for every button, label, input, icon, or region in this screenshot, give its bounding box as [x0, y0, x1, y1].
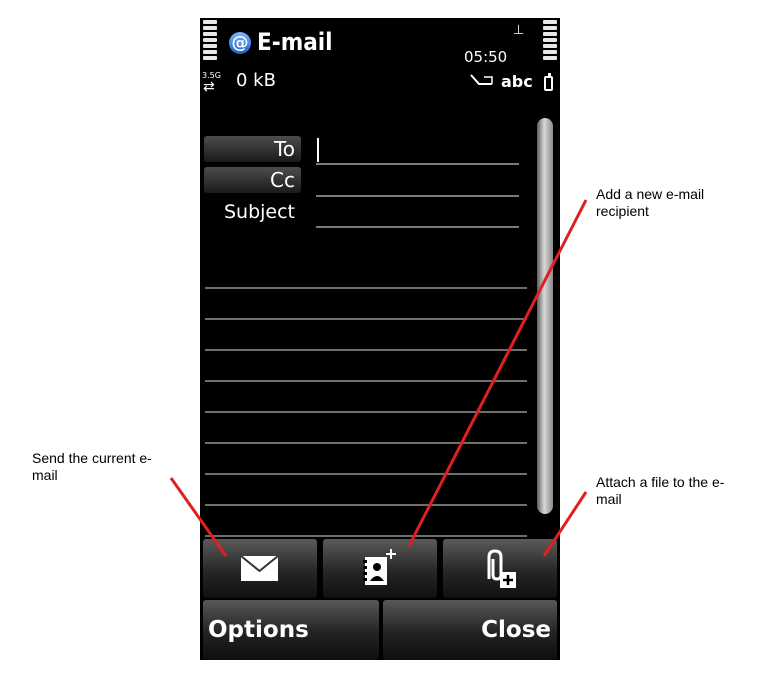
annotation-arrows [169, 199, 588, 557]
arrow-send [169, 477, 228, 557]
arrow-add-recipient [407, 199, 588, 547]
arrow-attach [542, 491, 588, 557]
